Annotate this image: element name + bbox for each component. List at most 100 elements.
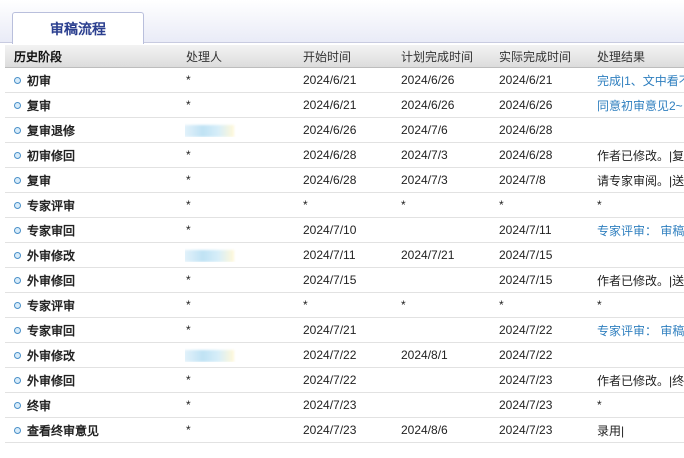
stage-label: 外审修回 xyxy=(27,273,76,288)
start-time-cell: 2024/7/11 xyxy=(303,248,356,262)
actual-time-cell: 2024/6/28 xyxy=(499,148,553,162)
bullet-icon xyxy=(14,126,21,134)
stage-label: 外审修改 xyxy=(27,248,76,263)
table-row[interactable]: 复审退修 2024/6/26 2024/7/6 2024/6/28 xyxy=(5,118,684,143)
table-row[interactable]: 专家评审 * * * * * xyxy=(5,293,684,318)
stage-label: 专家评审 xyxy=(27,298,76,313)
table-row[interactable]: 专家审回 * 2024/7/21 2024/7/22 专家评审： 审稿 xyxy=(5,318,684,343)
start-time-cell: 2024/6/28 xyxy=(303,148,357,162)
actual-time-cell: 2024/7/22 xyxy=(499,348,553,362)
bullet-icon xyxy=(14,376,21,384)
actual-time-cell: 2024/7/23 xyxy=(499,423,553,437)
table-row[interactable]: 复审 * 2024/6/28 2024/7/3 2024/7/8 请专家审阅。|送 xyxy=(5,168,684,193)
table-row[interactable]: 外审修回 * 2024/7/22 2024/7/23 作者已修改。|终 xyxy=(5,368,684,393)
handler-cell: * xyxy=(186,373,191,387)
planned-time-cell: 2024/6/26 xyxy=(401,98,455,112)
stage-label: 复审退修 xyxy=(27,123,76,138)
start-time-cell: 2024/7/15 xyxy=(303,273,357,287)
bullet-icon xyxy=(14,276,21,284)
planned-time-cell: 2024/8/6 xyxy=(401,423,448,437)
stage-cell: 专家审回 xyxy=(5,322,185,339)
planned-time-cell: 2024/7/3 xyxy=(401,148,448,162)
col-header-stage[interactable]: 历史阶段 xyxy=(5,48,185,65)
result-cell[interactable]: 完成|1、文中看不 xyxy=(597,72,684,89)
actual-time-cell: 2024/7/11 xyxy=(499,223,552,237)
stage-label: 外审修回 xyxy=(27,373,76,388)
planned-time-cell: 2024/8/1 xyxy=(401,348,448,362)
bullet-icon xyxy=(14,301,21,309)
stage-label: 复审 xyxy=(27,98,52,113)
start-time-cell: 2024/7/22 xyxy=(303,373,357,387)
col-header-result[interactable]: 处理结果 xyxy=(597,48,684,65)
table-row[interactable]: 专家评审 * * * * * xyxy=(5,193,684,218)
actual-time-cell: 2024/7/23 xyxy=(499,398,553,412)
table-row[interactable]: 外审修改 2024/7/11 2024/7/21 2024/7/15 xyxy=(5,243,684,268)
result-cell[interactable]: 专家评审： 审稿 xyxy=(597,222,684,239)
handler-cell: * xyxy=(186,423,191,437)
table-header: 历史阶段 处理人 开始时间 计划完成时间 实际完成时间 处理结果 xyxy=(5,45,684,68)
table-row[interactable]: 复审 * 2024/6/21 2024/6/26 2024/6/26 同意初审意见2~ xyxy=(5,93,684,118)
stage-cell: 专家评审 xyxy=(5,197,185,214)
col-header-planned[interactable]: 计划完成时间 xyxy=(401,48,499,65)
stage-cell: 查看终审意见 xyxy=(5,422,185,439)
stage-cell: 复审 xyxy=(5,97,185,114)
result-cell: * xyxy=(597,298,602,312)
stage-label: 查看终审意见 xyxy=(27,423,100,438)
stage-label: 专家审回 xyxy=(27,323,76,338)
tab-bar: 审稿流程 xyxy=(0,0,684,44)
table-row[interactable]: 初审 * 2024/6/21 2024/6/26 2024/6/21 完成|1、文中看不 xyxy=(5,68,684,93)
stage-cell: 专家评审 xyxy=(5,297,185,314)
start-time-cell: 2024/7/23 xyxy=(303,398,357,412)
result-cell[interactable]: 同意初审意见2~ xyxy=(597,97,684,114)
stage-label: 外审修改 xyxy=(27,348,76,363)
col-header-actual[interactable]: 实际完成时间 xyxy=(499,48,597,65)
handler-cell: * xyxy=(186,98,191,112)
start-time-cell: 2024/7/22 xyxy=(303,348,357,362)
handler-cell: * xyxy=(186,198,191,212)
col-header-handler[interactable]: 处理人 xyxy=(185,48,303,65)
actual-time-cell: * xyxy=(499,298,504,312)
start-time-cell: * xyxy=(303,298,308,312)
bullet-icon xyxy=(14,426,21,434)
col-header-start[interactable]: 开始时间 xyxy=(303,48,401,65)
actual-time-cell: 2024/7/15 xyxy=(499,273,553,287)
table-row[interactable]: 查看终审意见 * 2024/7/23 2024/8/6 2024/7/23 录用| xyxy=(5,418,684,443)
stage-cell: 专家审回 xyxy=(5,222,185,239)
stage-label: 初审修回 xyxy=(27,148,76,163)
planned-time-cell: 2024/6/26 xyxy=(401,73,455,87)
planned-time-cell: * xyxy=(401,198,406,212)
result-cell: 录用| xyxy=(597,423,625,438)
stage-cell: 外审修回 xyxy=(5,272,185,289)
start-time-cell: 2024/7/23 xyxy=(303,423,357,437)
table-row[interactable]: 初审修回 * 2024/6/28 2024/7/3 2024/6/28 作者已修改。|复 xyxy=(5,143,684,168)
result-cell: 作者已修改。|复 xyxy=(597,148,684,163)
table-row[interactable]: 专家审回 * 2024/7/10 2024/7/11 专家评审： 审稿 xyxy=(5,218,684,243)
stage-label: 专家审回 xyxy=(27,223,76,238)
handler-cell xyxy=(185,248,303,262)
table-row[interactable]: 外审修回 * 2024/7/15 2024/7/15 作者已修改。|送 xyxy=(5,268,684,293)
bullet-icon xyxy=(14,226,21,234)
table-row[interactable]: 终审 * 2024/7/23 2024/7/23 * xyxy=(5,393,684,418)
bullet-icon xyxy=(14,251,21,259)
start-time-cell: 2024/6/21 xyxy=(303,98,357,112)
redacted-name xyxy=(185,124,234,137)
actual-time-cell: 2024/7/23 xyxy=(499,373,553,387)
stage-cell: 初审修回 xyxy=(5,147,185,164)
actual-time-cell: 2024/7/8 xyxy=(499,173,546,187)
handler-cell: * xyxy=(186,173,191,187)
table-row[interactable]: 外审修改 2024/7/22 2024/8/1 2024/7/22 xyxy=(5,343,684,368)
start-time-cell: 2024/6/28 xyxy=(303,173,357,187)
stage-cell: 终审 xyxy=(5,397,185,414)
planned-time-cell: * xyxy=(401,298,406,312)
actual-time-cell: 2024/7/22 xyxy=(499,323,553,337)
handler-cell: * xyxy=(186,298,191,312)
start-time-cell: 2024/7/10 xyxy=(303,223,357,237)
result-cell[interactable]: 专家评审： 审稿 xyxy=(597,322,684,339)
handler-cell: * xyxy=(186,323,191,337)
tab-review-process[interactable]: 审稿流程 xyxy=(12,12,144,44)
bullet-icon xyxy=(14,176,21,184)
stage-label: 专家评审 xyxy=(27,198,76,213)
actual-time-cell: 2024/7/15 xyxy=(499,248,553,262)
bullet-icon xyxy=(14,76,21,84)
planned-time-cell: 2024/7/6 xyxy=(401,123,448,137)
